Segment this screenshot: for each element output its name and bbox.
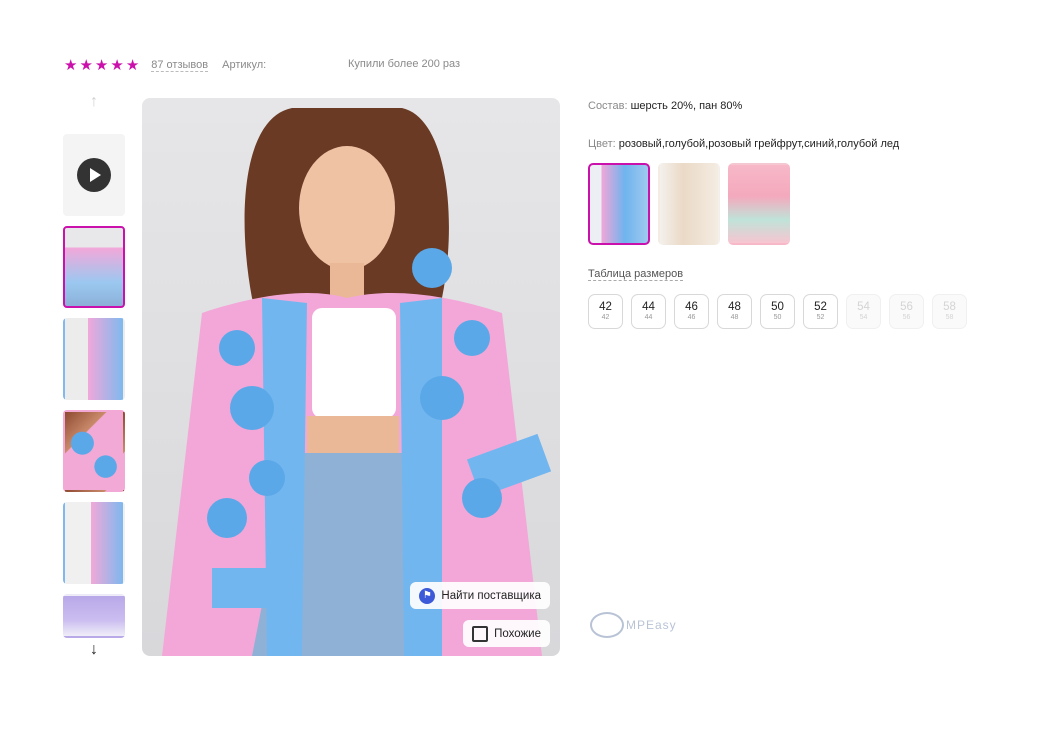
size-option[interactable]: 50 50	[760, 294, 795, 329]
size-option[interactable]: 44 44	[631, 294, 666, 329]
star-icon: ★	[125, 56, 140, 74]
size-ru: 44	[642, 301, 655, 313]
size-option[interactable]: 42 42	[588, 294, 623, 329]
star-icon: ★	[64, 56, 78, 74]
size-ru: 50	[771, 301, 784, 313]
star-icon: ★	[110, 56, 124, 74]
size-ru: 46	[685, 301, 698, 313]
color-swatches	[588, 163, 790, 245]
size-intl: 50	[773, 314, 782, 321]
arrow-up-icon[interactable]: ↑	[63, 92, 125, 112]
thumbnail-4[interactable]	[63, 502, 125, 584]
color-swatch[interactable]	[728, 163, 790, 245]
size-ru: 54	[857, 301, 870, 313]
product-photo-illustration	[162, 108, 552, 656]
size-option-unavailable: 54 54	[846, 294, 881, 329]
size-ru: 48	[728, 301, 741, 313]
watermark-text: MPEasy	[626, 618, 677, 632]
color-swatch[interactable]	[658, 163, 720, 245]
color-label: Цвет:	[588, 138, 616, 150]
watermark-logo-icon	[590, 612, 624, 638]
thumbnail-5[interactable]	[63, 594, 125, 638]
supplier-icon: ⚑	[419, 587, 436, 604]
size-option-unavailable: 56 56	[889, 294, 924, 329]
main-product-photo[interactable]: ⚑ Найти поставщика Похожие	[142, 98, 560, 656]
similar-label: Похожие	[494, 627, 541, 640]
size-ru: 56	[900, 301, 913, 313]
size-table-link[interactable]: Таблица размеров	[588, 268, 684, 281]
rating-row: ★ ★ ★ ★ ★ 87 отзывов Артикул:	[64, 56, 266, 74]
thumbnail-3[interactable]	[63, 410, 125, 492]
size-intl: 44	[644, 314, 653, 321]
size-intl: 46	[687, 314, 696, 321]
size-option-unavailable: 58 58	[932, 294, 967, 329]
star-icon: ★	[79, 56, 93, 74]
composition: Состав: шерсть 20%, пан 80%	[588, 100, 742, 112]
size-intl: 52	[816, 314, 825, 321]
find-supplier-button[interactable]: ⚑ Найти поставщика	[410, 582, 550, 609]
video-thumbnail[interactable]	[63, 134, 125, 216]
bought-count: Купили более 200 раз	[348, 58, 461, 70]
size-ru: 52	[814, 301, 827, 313]
size-intl: 54	[859, 314, 868, 321]
color-value: розовый,голубой,розовый грейфрут,синий,г…	[618, 138, 900, 150]
size-option[interactable]: 46 46	[674, 294, 709, 329]
composition-value: шерсть 20%, пан 80%	[630, 100, 743, 112]
color-info: Цвет: розовый,голубой,розовый грейфрут,с…	[588, 138, 899, 150]
play-icon	[77, 158, 111, 192]
composition-label: Состав:	[588, 100, 628, 112]
arrow-down-icon[interactable]: ↓	[63, 640, 125, 660]
size-option[interactable]: 52 52	[803, 294, 838, 329]
size-intl: 58	[945, 314, 954, 321]
size-ru: 58	[943, 301, 956, 313]
size-intl: 42	[601, 314, 610, 321]
watermark: MPEasy	[590, 612, 677, 638]
size-intl: 48	[730, 314, 739, 321]
rating-stars: ★ ★ ★ ★ ★	[64, 58, 139, 73]
size-selector: 42 42 44 44 46 46 48 48 50 50 52 52 54 54 56 56 …	[588, 294, 967, 329]
reviews-link[interactable]: 87 отзывов	[151, 59, 209, 72]
star-icon: ★	[94, 56, 109, 74]
thumbnail-strip: ↑ ↓	[63, 92, 125, 658]
size-intl: 56	[902, 314, 911, 321]
find-supplier-label: Найти поставщика	[441, 589, 541, 602]
similar-button[interactable]: Похожие	[463, 620, 550, 647]
size-ru: 42	[599, 301, 612, 313]
similar-icon	[472, 625, 489, 642]
article-label: Артикул:	[222, 59, 267, 71]
color-swatch-selected[interactable]	[588, 163, 650, 245]
thumbnail-1[interactable]	[63, 226, 125, 308]
size-option[interactable]: 48 48	[717, 294, 752, 329]
thumbnail-2[interactable]	[63, 318, 125, 400]
